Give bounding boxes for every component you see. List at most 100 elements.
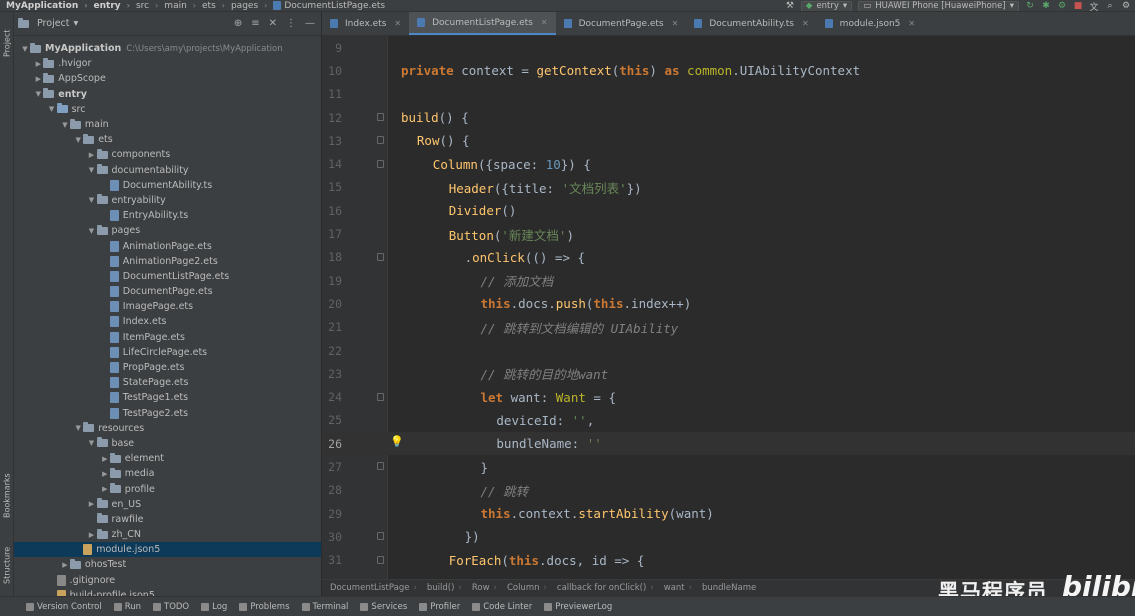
code-line[interactable]: 10 private context = getContext(this) as … xyxy=(322,59,1135,82)
chevron-down-icon[interactable]: ▼ xyxy=(20,45,30,53)
code-breadcrumb-item[interactable]: DocumentListPage xyxy=(330,583,409,593)
tool-window-problems[interactable]: Problems xyxy=(239,602,290,612)
chevron-right-icon[interactable]: ▶ xyxy=(60,561,70,569)
chevron-right-icon[interactable]: ▶ xyxy=(100,455,110,463)
tree-item[interactable]: ▼ resources xyxy=(14,421,321,436)
fold-marker-icon[interactable] xyxy=(377,252,384,261)
stop-icon[interactable]: ■ xyxy=(1073,1,1083,11)
code-line[interactable]: 23 // 跳转的目的地want xyxy=(322,362,1135,385)
tree-item[interactable]: EntryAbility.ts xyxy=(14,208,321,223)
tree-item[interactable]: LifeCirclePage.ets xyxy=(14,345,321,360)
chevron-right-icon[interactable]: ▶ xyxy=(87,500,97,508)
debug-icon[interactable]: ✱ xyxy=(1041,1,1051,11)
options-icon[interactable]: ⋮ xyxy=(286,18,296,29)
code-breadcrumb-item[interactable]: Column xyxy=(507,583,540,593)
tree-item[interactable]: module.json5 xyxy=(14,542,321,558)
code-line[interactable]: 24 let want: Want = { xyxy=(322,386,1135,409)
code-line[interactable]: 25 deviceId: '', xyxy=(322,409,1135,432)
close-icon[interactable]: ✕ xyxy=(672,19,679,28)
tree-item[interactable]: ▶ profile xyxy=(14,481,321,496)
chevron-right-icon[interactable]: ▶ xyxy=(87,151,97,159)
tree-item[interactable]: ▼ entryability xyxy=(14,193,321,208)
tree-item[interactable]: DocumentPage.ets xyxy=(14,284,321,299)
breadcrumb-item[interactable]: entry › xyxy=(88,1,130,11)
project-view-select[interactable]: Project xyxy=(37,18,70,29)
code-line[interactable]: 9 xyxy=(322,36,1135,59)
close-panel-icon[interactable]: ✕ xyxy=(269,18,277,29)
code-line[interactable]: 19 // 添加文档 xyxy=(322,269,1135,292)
rerun-icon[interactable]: ↻ xyxy=(1025,1,1035,11)
code-line[interactable]: 22 xyxy=(322,339,1135,362)
close-icon[interactable]: ✕ xyxy=(394,19,401,28)
tree-item[interactable]: ItemPage.ets xyxy=(14,330,321,345)
breadcrumb-item[interactable]: src › xyxy=(130,1,158,11)
tab-module-json5[interactable]: module.json5 ✕ xyxy=(817,12,923,35)
collapse-all-icon[interactable]: ≡ xyxy=(251,18,259,29)
chevron-right-icon[interactable]: ▶ xyxy=(100,470,110,478)
code-line[interactable]: 11 xyxy=(322,83,1135,106)
tree-item[interactable]: ▼ main xyxy=(14,117,321,132)
fold-marker-icon[interactable] xyxy=(377,136,384,145)
tree-item[interactable]: PropPage.ets xyxy=(14,360,321,375)
tool-window-run[interactable]: Run xyxy=(113,602,141,612)
chevron-down-icon[interactable]: ▼ xyxy=(87,166,97,174)
close-icon[interactable]: ✕ xyxy=(541,18,548,27)
fold-marker-icon[interactable] xyxy=(377,555,384,564)
breadcrumb-item[interactable]: DocumentListPage.ets xyxy=(267,1,385,11)
breadcrumb-item[interactable]: main › xyxy=(158,1,196,11)
tree-item[interactable]: ▶ element xyxy=(14,451,321,466)
code-line[interactable]: 18 .onClick(() => { xyxy=(322,246,1135,269)
tree-item[interactable]: ▼ ets xyxy=(14,132,321,147)
tab-documentlistpage-ets[interactable]: DocumentListPage.ets ✕ xyxy=(409,12,556,35)
tree-item[interactable]: ▶ zh_CN xyxy=(14,527,321,542)
tool-window-code-linter[interactable]: Code Linter xyxy=(472,602,532,612)
tree-item[interactable]: ▶ AppScope xyxy=(14,71,321,86)
tree-item[interactable]: TestPage2.ets xyxy=(14,406,321,421)
tool-window-todo[interactable]: TODO xyxy=(153,602,189,612)
tree-item[interactable]: ▼ src xyxy=(14,102,321,117)
chevron-down-icon[interactable]: ▾ xyxy=(74,18,79,29)
code-line[interactable]: 17 Button('新建文档') xyxy=(322,222,1135,245)
close-icon[interactable]: ✕ xyxy=(908,19,915,28)
code-line[interactable]: 16 Divider() xyxy=(322,199,1135,222)
tree-item[interactable]: Index.ets xyxy=(14,314,321,329)
attach-icon[interactable]: ⚙ xyxy=(1057,1,1067,11)
tree-item[interactable]: ▼ entry xyxy=(14,87,321,102)
code-breadcrumb-item[interactable]: bundleName xyxy=(702,583,756,593)
search-icon[interactable]: ⌕ xyxy=(1105,1,1115,11)
code-line[interactable]: 28 // 跳转 xyxy=(322,479,1135,502)
code-line[interactable]: 13 Row() { xyxy=(322,129,1135,152)
tree-item[interactable]: ▶ ohosTest xyxy=(14,557,321,572)
breadcrumb-item[interactable]: ets › xyxy=(196,1,225,11)
tree-item[interactable]: AnimationPage.ets xyxy=(14,238,321,253)
tab-documentpage-ets[interactable]: DocumentPage.ets ✕ xyxy=(556,12,687,35)
chevron-right-icon[interactable]: ▶ xyxy=(100,485,110,493)
hide-panel-icon[interactable]: — xyxy=(305,18,315,29)
code-line[interactable]: 27} xyxy=(322,455,1135,478)
fold-marker-icon[interactable] xyxy=(377,392,384,401)
bookmarks-tool-tab[interactable]: Bookmarks xyxy=(0,468,14,524)
tool-window-terminal[interactable]: Terminal xyxy=(301,602,348,612)
code-breadcrumb-item[interactable]: want xyxy=(664,583,685,593)
tree-item[interactable]: ▼ pages xyxy=(14,223,321,238)
tree-item[interactable]: ▶ components xyxy=(14,147,321,162)
code-line[interactable]: 26 💡 bundleName: '' xyxy=(322,432,1135,456)
device-select[interactable]: ▭ HUAWEI Phone [HuaweiPhone] ▾ xyxy=(858,0,1019,11)
build-icon[interactable]: ⚒ xyxy=(785,1,795,11)
chevron-down-icon[interactable]: ▼ xyxy=(87,439,97,447)
tab-index-ets[interactable]: Index.ets ✕ xyxy=(322,12,409,35)
project-tool-tab[interactable]: Project xyxy=(0,22,14,64)
tree-item[interactable]: ImagePage.ets xyxy=(14,299,321,314)
lightbulb-icon[interactable]: 💡 xyxy=(390,435,404,448)
chevron-down-icon[interactable]: ▼ xyxy=(87,227,97,235)
structure-tool-tab[interactable]: Structure xyxy=(0,540,14,590)
chevron-down-icon[interactable]: ▼ xyxy=(60,121,70,129)
close-icon[interactable]: ✕ xyxy=(802,19,809,28)
chevron-right-icon[interactable]: ▶ xyxy=(33,75,43,83)
tree-item[interactable]: ▶ en_US xyxy=(14,497,321,512)
code-line[interactable]: 31 ForEach(this.docs, id => { xyxy=(322,549,1135,572)
tool-window-log[interactable]: Log xyxy=(201,602,227,612)
code-line[interactable]: 14 Column({space: 10}) { xyxy=(322,153,1135,176)
code-breadcrumb-item[interactable]: Row xyxy=(472,583,490,593)
tree-item[interactable]: ▶ .hvigor xyxy=(14,56,321,71)
